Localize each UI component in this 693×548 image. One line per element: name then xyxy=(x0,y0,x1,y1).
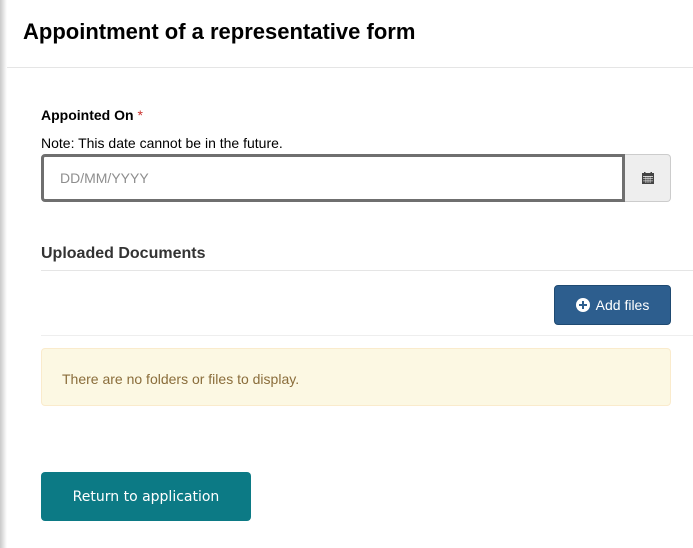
plus-circle-icon xyxy=(575,298,590,312)
empty-files-alert: There are no folders or files to display… xyxy=(41,348,671,406)
toolbar-divider xyxy=(41,335,693,336)
add-files-label: Add files xyxy=(595,297,650,313)
uploaded-documents-heading: Uploaded Documents xyxy=(41,245,206,262)
calendar-button[interactable] xyxy=(625,154,671,202)
appointed-on-date-input[interactable] xyxy=(41,154,625,202)
appointed-on-note: Note: This date cannot be in the future. xyxy=(41,135,283,151)
return-to-application-button[interactable]: Return to application xyxy=(41,472,251,521)
add-files-button[interactable]: Add files xyxy=(554,285,671,325)
section-divider xyxy=(41,270,693,271)
page-title: Appointment of a representative form xyxy=(23,19,416,44)
appointed-on-date-group xyxy=(41,154,671,202)
form-header: Appointment of a representative form xyxy=(7,0,693,68)
calendar-icon xyxy=(641,172,654,184)
required-marker: * xyxy=(137,107,143,123)
appointed-on-label-text: Appointed On xyxy=(41,107,134,123)
empty-files-message: There are no folders or files to display… xyxy=(62,371,300,387)
left-edge-shadow xyxy=(0,0,7,548)
appointed-on-label: Appointed On * xyxy=(41,107,143,123)
